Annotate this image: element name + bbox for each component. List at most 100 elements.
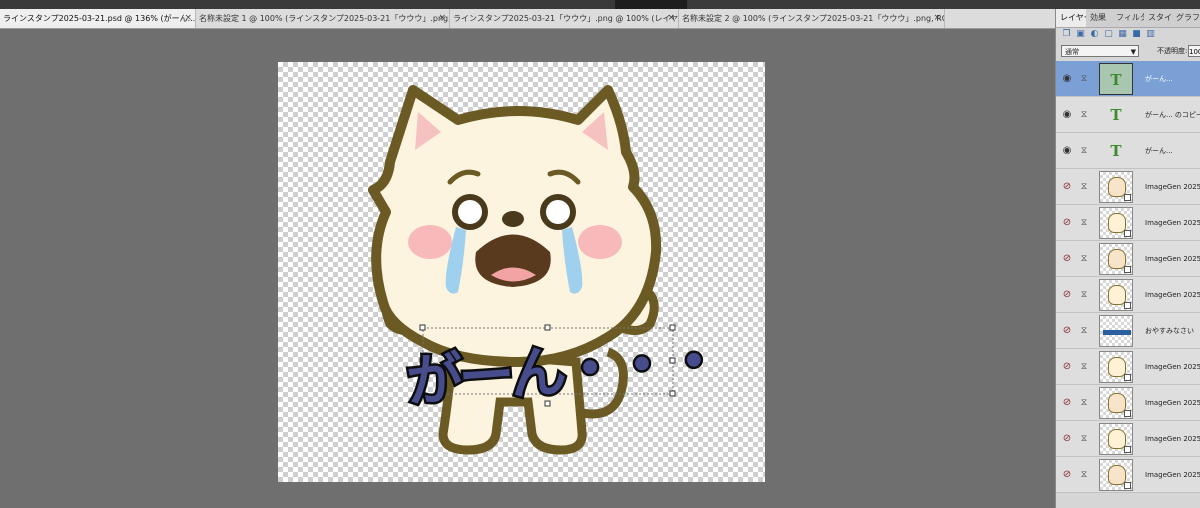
thumbnail-text-strip	[1103, 330, 1131, 335]
eye-icon[interactable]: ◉	[1061, 73, 1073, 85]
cat-head	[368, 85, 662, 367]
smart-object-icon	[1124, 230, 1131, 237]
layer-row[interactable]: ⊘ ⧖ ImageGen 2025年3月	[1056, 457, 1200, 493]
link-icon[interactable]: ⧖	[1080, 108, 1088, 122]
delete-layer-icon[interactable]: ▥	[1146, 30, 1155, 39]
layer-row[interactable]: ⊘ ⧖ ImageGen 2025年3月	[1056, 277, 1200, 313]
link-icon[interactable]: ⧖	[1080, 468, 1088, 482]
layer-name: ImageGen 2025年3月	[1145, 363, 1200, 371]
layer-row[interactable]: ⊘ ⧖ おやすみなさい	[1056, 313, 1200, 349]
smart-object-icon	[1124, 266, 1131, 273]
smart-object-icon	[1124, 446, 1131, 453]
layer-row[interactable]: ⊘ ⧖ ImageGen 2025年3月	[1056, 349, 1200, 385]
link-icon[interactable]: ⧖	[1080, 396, 1088, 410]
eye-hidden-icon[interactable]: ⊘	[1061, 289, 1073, 301]
tab-effects[interactable]: 効果	[1086, 9, 1112, 27]
layer-row[interactable]: ⊘ ⧖ ImageGen 2025年3月	[1056, 241, 1200, 277]
eye-icon[interactable]: ◉	[1061, 109, 1073, 121]
smart-object-icon	[1124, 410, 1131, 417]
smart-object-icon	[1124, 194, 1131, 201]
smart-object-icon	[1124, 302, 1131, 309]
blend-row: 通常 ▼ 不透明度: 100%	[1056, 44, 1200, 60]
tab-label: 名称未設定 2 @ 100% (ラインスタンプ2025-03-21「ウウウ」.p…	[682, 14, 945, 23]
chevron-down-icon: ▼	[1130, 48, 1136, 56]
layer-row[interactable]: ⊘ ⧖ ImageGen 2025年3月	[1056, 205, 1200, 241]
mask-icon[interactable]: ▢	[1104, 30, 1113, 39]
layer-name: ImageGen 2025年3月	[1145, 399, 1200, 407]
layer-name: おやすみなさい	[1145, 327, 1194, 335]
layer-thumbnail	[1099, 171, 1133, 203]
eye-hidden-icon[interactable]: ⊘	[1061, 181, 1073, 193]
tab-filters[interactable]: フィルター	[1112, 9, 1144, 27]
opacity-input[interactable]: 100%	[1188, 45, 1200, 57]
layer-thumbnail	[1099, 387, 1133, 419]
layer-name: ImageGen 2025年3月	[1145, 291, 1200, 299]
layer-thumbnail	[1099, 243, 1133, 275]
layer-row[interactable]: ◉ ⧖ T がーん...	[1056, 133, 1200, 169]
blend-mode-value: 通常	[1065, 48, 1079, 56]
layer-name: ImageGen 2025年3月	[1145, 255, 1200, 263]
lock-transparency-icon[interactable]: ▦	[1118, 30, 1127, 39]
layer-name: がーん...	[1145, 75, 1173, 83]
text-layer-icon: T	[1099, 63, 1133, 95]
layer-row[interactable]: ⊘ ⧖ ImageGen 2025年3月	[1056, 385, 1200, 421]
layer-thumbnail	[1099, 423, 1133, 455]
layer-row[interactable]: ◉ ⧖ T がーん...	[1056, 61, 1200, 97]
opacity-label: 不透明度:	[1157, 47, 1188, 55]
link-icon[interactable]: ⧖	[1080, 324, 1088, 338]
document-tab-4[interactable]: 名称未設定 2 @ 100% (ラインスタンプ2025-03-21「ウウウ」.p…	[679, 9, 945, 28]
layer-row[interactable]: ⊘ ⧖ ImageGen 2025年3月	[1056, 169, 1200, 205]
layer-thumbnail	[1099, 279, 1133, 311]
link-icon[interactable]: ⧖	[1080, 360, 1088, 374]
app-top-strip	[0, 0, 1200, 9]
menu-highlight	[615, 0, 687, 9]
tab-styles[interactable]: スタイル	[1144, 9, 1172, 27]
eye-hidden-icon[interactable]: ⊘	[1061, 253, 1073, 265]
link-icon[interactable]: ⧖	[1080, 216, 1088, 230]
link-icon[interactable]: ⧖	[1080, 72, 1088, 86]
document-tab-bar: ラインスタンプ2025-03-21.psd @ 136% (がーん... , R…	[0, 9, 1055, 29]
layer-toolbar: ❐ ▣ ◐ ▢ ▦ ■ ▥	[1056, 28, 1200, 42]
layer-thumbnail	[1099, 315, 1133, 347]
close-icon[interactable]: ×	[933, 9, 941, 28]
tab-label: 名称未設定 1 @ 100% (ラインスタンプ2025-03-21「ウウウ」.p…	[199, 14, 450, 23]
eye-hidden-icon[interactable]: ⊘	[1061, 325, 1073, 337]
text-layer-icon: T	[1110, 106, 1122, 124]
eye-hidden-icon[interactable]: ⊘	[1061, 469, 1073, 481]
eye-hidden-icon[interactable]: ⊘	[1061, 397, 1073, 409]
blend-mode-select[interactable]: 通常 ▼	[1061, 45, 1139, 57]
panel-tab-bar: レイヤー 効果 フィルター スタイル グラフィック	[1056, 9, 1200, 28]
tab-layers[interactable]: レイヤー	[1056, 9, 1086, 27]
eye-hidden-icon[interactable]: ⊘	[1061, 361, 1073, 373]
close-icon[interactable]: ×	[667, 9, 675, 28]
document-canvas[interactable]: がーん・・・	[278, 62, 765, 482]
link-icon[interactable]: ⧖	[1080, 252, 1088, 266]
layer-name: がーん...	[1145, 147, 1173, 155]
close-icon[interactable]: ×	[184, 9, 192, 28]
document-tab-2[interactable]: 名称未設定 1 @ 100% (ラインスタンプ2025-03-21「ウウウ」.p…	[196, 9, 450, 28]
link-icon[interactable]: ⧖	[1080, 432, 1088, 446]
adjustment-layer-icon[interactable]: ◐	[1090, 30, 1099, 39]
eye-hidden-icon[interactable]: ⊘	[1061, 217, 1073, 229]
layer-name: ImageGen 2025年3月	[1145, 183, 1200, 191]
layer-thumbnail	[1099, 207, 1133, 239]
text-layer-icon: T	[1110, 142, 1122, 160]
eye-hidden-icon[interactable]: ⊘	[1061, 433, 1073, 445]
layer-row[interactable]: ◉ ⧖ T がーん... のコピー	[1056, 97, 1200, 133]
layer-row[interactable]: ⊘ ⧖ ImageGen 2025年3月	[1056, 421, 1200, 457]
tab-graphics[interactable]: グラフィック	[1172, 9, 1200, 27]
new-group-icon[interactable]: ▣	[1076, 30, 1085, 39]
eye-icon[interactable]: ◉	[1061, 145, 1073, 157]
tab-label: ラインスタンプ2025-03-21「ウウウ」.png @ 100% (レイヤー …	[453, 14, 679, 23]
link-icon[interactable]: ⧖	[1080, 288, 1088, 302]
layers-panel: レイヤー 効果 フィルター スタイル グラフィック ❐ ▣ ◐ ▢ ▦ ■ ▥ …	[1055, 9, 1200, 508]
close-icon[interactable]: ×	[438, 9, 446, 28]
layer-name: ImageGen 2025年3月	[1145, 435, 1200, 443]
lock-icon[interactable]: ■	[1132, 30, 1141, 39]
link-icon[interactable]: ⧖	[1080, 180, 1088, 194]
new-layer-icon[interactable]: ❐	[1062, 30, 1071, 39]
link-icon[interactable]: ⧖	[1080, 144, 1088, 158]
document-tab-1[interactable]: ラインスタンプ2025-03-21.psd @ 136% (がーん... , R…	[0, 9, 196, 28]
document-tab-3[interactable]: ラインスタンプ2025-03-21「ウウウ」.png @ 100% (レイヤー …	[450, 9, 679, 28]
layer-name: ImageGen 2025年3月	[1145, 471, 1200, 479]
